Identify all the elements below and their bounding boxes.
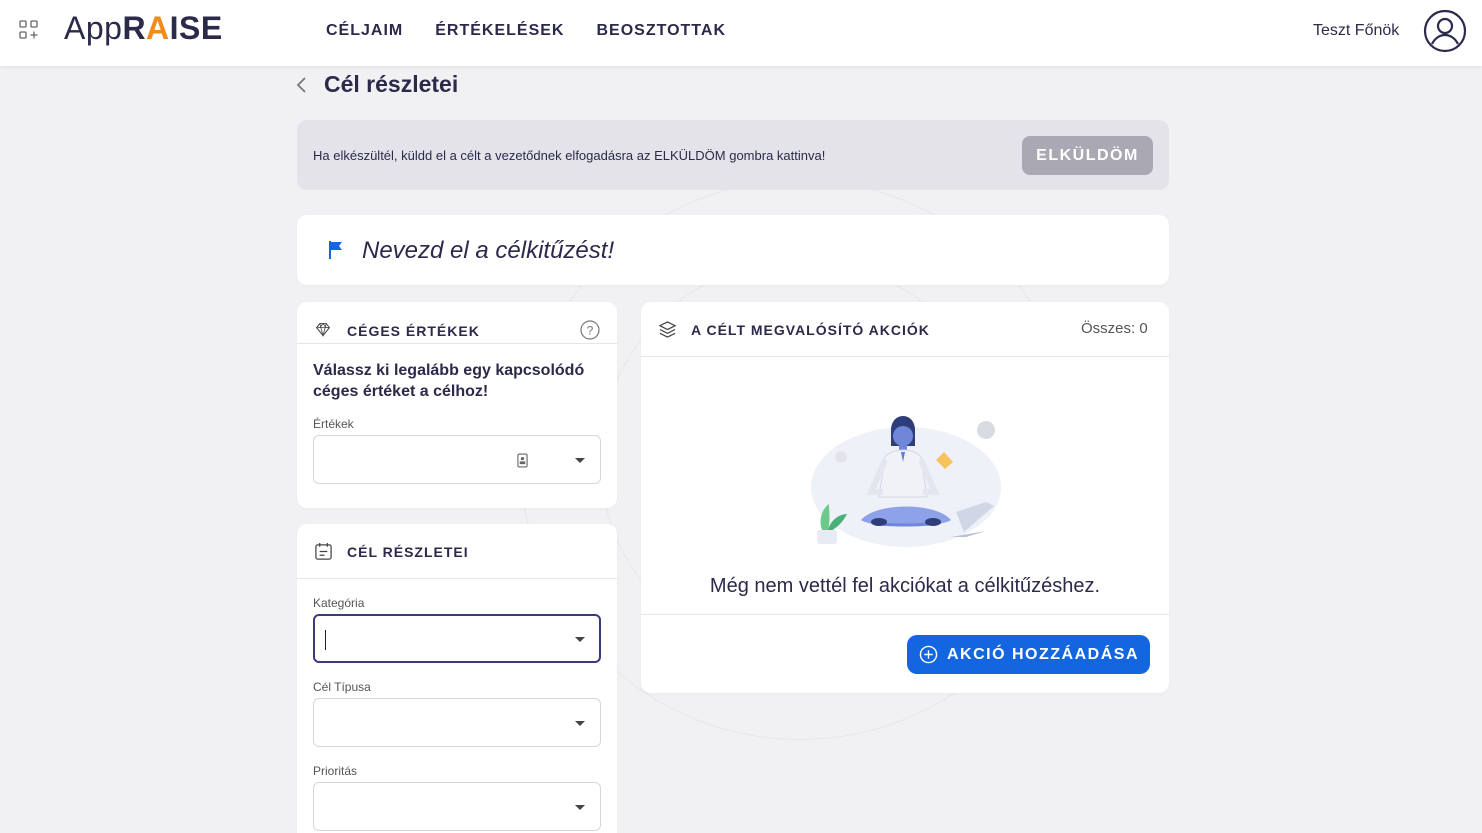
company-values-header: CÉGES ÉRTÉKEK ? xyxy=(297,302,617,344)
logo-accent: A xyxy=(146,10,170,46)
priority-select[interactable] xyxy=(313,782,601,831)
company-values-card: CÉGES ÉRTÉKEK ? Válassz ki legalább egy … xyxy=(297,302,617,508)
values-field-label: Értékek xyxy=(313,417,354,431)
goal-name-card[interactable]: Nevezd el a célkitűzést! xyxy=(297,215,1169,285)
flag-icon xyxy=(329,241,342,259)
logo-text-1: App xyxy=(64,10,123,46)
diamond-icon xyxy=(315,322,331,338)
goal-type-field-label: Cél Típusa xyxy=(313,680,371,694)
company-values-title: CÉGES ÉRTÉKEK xyxy=(347,323,480,339)
help-icon[interactable]: ? xyxy=(580,320,600,340)
actions-title: A CÉLT MEGVALÓSÍTÓ AKCIÓK xyxy=(691,322,930,338)
svg-text:?: ? xyxy=(587,324,594,338)
caret-down-icon xyxy=(575,721,585,726)
calendar-icon xyxy=(315,542,332,560)
goal-name-placeholder[interactable]: Nevezd el a célkitűzést! xyxy=(362,237,614,265)
app-logo[interactable]: AppRAISE xyxy=(64,10,223,47)
page-title: Cél részletei xyxy=(324,71,459,97)
text-cursor xyxy=(325,630,326,650)
apps-grid-icon[interactable] xyxy=(19,20,39,40)
submit-button[interactable]: ELKÜLDÖM xyxy=(1022,136,1153,175)
submit-banner: Ha elkészültél, küldd el a célt a vezető… xyxy=(297,120,1169,190)
divider xyxy=(641,614,1169,615)
caret-down-icon xyxy=(575,458,585,463)
values-select[interactable] xyxy=(313,435,601,484)
contact-card-icon[interactable] xyxy=(517,453,528,468)
caret-down-icon xyxy=(575,637,585,642)
logo-text-2: R xyxy=(122,10,147,46)
goal-details-title: CÉL RÉSZLETEI xyxy=(347,544,469,560)
main-nav: CÉLJAIM ÉRTÉKELÉSEK BEOSZTOTTAK xyxy=(326,22,726,40)
layers-icon xyxy=(658,321,677,338)
nav-item-goals[interactable]: CÉLJAIM xyxy=(326,22,403,40)
user-name[interactable]: Teszt Főnök xyxy=(1313,22,1399,40)
category-select[interactable] xyxy=(313,614,601,663)
add-action-label: AKCIÓ HOZZÁADÁSA xyxy=(947,646,1139,663)
add-action-button[interactable]: AKCIÓ HOZZÁADÁSA xyxy=(907,635,1150,674)
empty-actions-text: Még nem vettél fel akciókat a célkitűzés… xyxy=(709,575,1101,597)
banner-text: Ha elkészültél, küldd el a célt a vezető… xyxy=(313,148,826,163)
logo-text-3: ISE xyxy=(169,10,223,46)
priority-field-label: Prioritás xyxy=(313,764,358,778)
user-avatar-icon[interactable] xyxy=(1423,9,1467,53)
nav-item-evaluations[interactable]: ÉRTÉKELÉSEK xyxy=(435,22,564,40)
plus-circle-icon xyxy=(919,645,938,664)
goal-type-select[interactable] xyxy=(313,698,601,747)
nav-item-subordinates[interactable]: BEOSZTOTTAK xyxy=(596,22,726,40)
top-bar: AppRAISE CÉLJAIM ÉRTÉKELÉSEK BEOSZTOTTAK… xyxy=(0,0,1482,66)
category-field-label: Kategória xyxy=(313,596,365,610)
meditation-illustration xyxy=(811,416,1001,547)
actions-header: A CÉLT MEGVALÓSÍTÓ AKCIÓK Összes: 0 xyxy=(641,302,1169,357)
caret-down-icon xyxy=(575,805,585,810)
actions-card: A CÉLT MEGVALÓSÍTÓ AKCIÓK Összes: 0 Még … xyxy=(641,302,1169,693)
goal-details-header: CÉL RÉSZLETEI xyxy=(297,524,617,579)
values-prompt: Válassz ki legalább egy kapcsolódó céges… xyxy=(313,362,585,400)
chevron-left-icon[interactable] xyxy=(294,76,310,94)
goal-details-card: CÉL RÉSZLETEI Kategória Cél Típusa Prior… xyxy=(297,524,617,833)
actions-total: Összes: 0 xyxy=(1081,320,1148,337)
